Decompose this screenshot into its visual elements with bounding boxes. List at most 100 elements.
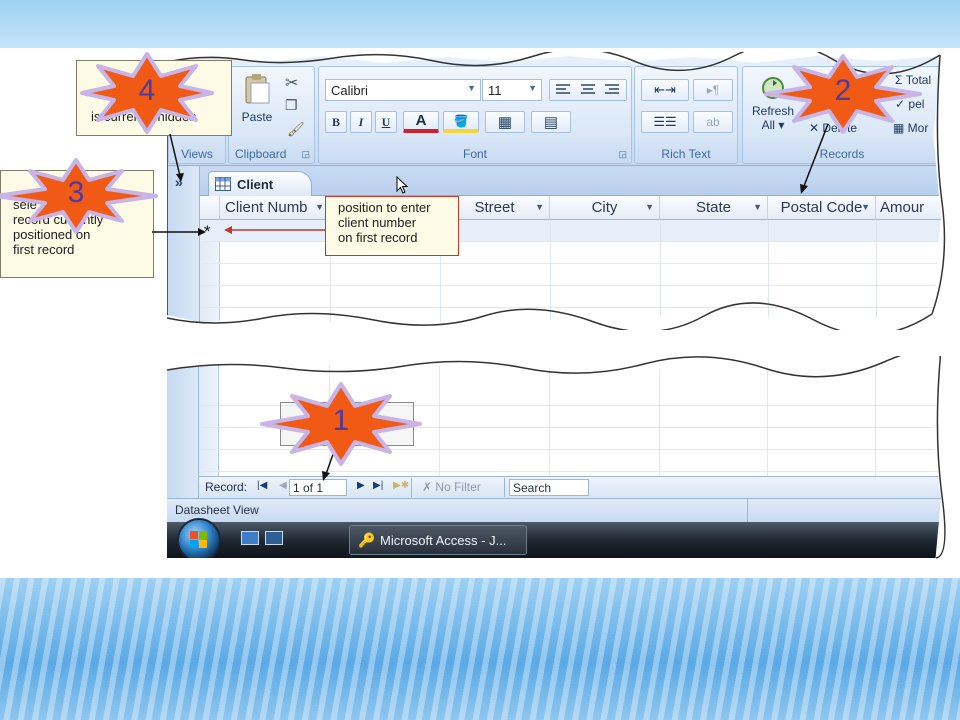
empty-row xyxy=(200,286,941,308)
list-buttons[interactable]: ☰☰ xyxy=(641,111,689,133)
start-button[interactable] xyxy=(177,518,221,558)
grid-line xyxy=(767,361,768,476)
status-divider xyxy=(747,499,748,523)
taskbar-access-label: Microsoft Access - J... xyxy=(380,532,507,548)
underline-button[interactable]: U xyxy=(375,111,397,133)
gridlines-button[interactable]: ▦ xyxy=(485,111,525,133)
callout-3-line4: first record xyxy=(13,242,75,257)
first-record-icon[interactable]: |◀ xyxy=(257,480,267,491)
indent-buttons[interactable]: ⇤⇥ xyxy=(641,79,689,101)
highlight-icon: ab xyxy=(706,115,720,129)
status-bar: Datasheet View xyxy=(167,498,941,523)
grid-line xyxy=(876,220,877,326)
font-name-value: Calibri xyxy=(331,82,368,98)
record-navigation-bar: Record: |◀ ◀ 1 of 1 ▶ ▶| ▶✱ ✗ No Filter … xyxy=(199,476,941,498)
paint-bucket-icon: 🪣 xyxy=(453,113,469,128)
previous-record-icon[interactable]: ◀ xyxy=(279,480,287,491)
show-desktop-icon[interactable] xyxy=(241,531,259,545)
empty-row xyxy=(200,264,941,286)
indent-icon: ⇤⇥ xyxy=(654,82,676,97)
italic-button[interactable]: I xyxy=(350,111,372,133)
empty-row xyxy=(200,242,941,264)
grid-line xyxy=(875,361,876,476)
chevron-down-icon[interactable]: ▼ xyxy=(861,202,870,212)
no-filter-button[interactable]: ✗ No Filter xyxy=(411,478,505,497)
navigation-pane-collapsed[interactable]: » xyxy=(168,166,200,326)
filter-icon: ✗ xyxy=(422,480,433,494)
status-text: Datasheet View xyxy=(175,503,259,517)
ribbon-group-clipboard: Paste ✂ ❐ 🖌 Clipboard ◲ xyxy=(228,66,315,164)
highlight-button[interactable]: ab xyxy=(693,111,733,133)
gridlines-icon: ▦ xyxy=(497,114,513,131)
callout-position-client-number: position to enter client number on first… xyxy=(325,196,459,256)
slide-top-band xyxy=(0,0,960,48)
copy-icon[interactable]: ❐ xyxy=(285,97,298,114)
paste-label: Paste xyxy=(241,110,273,124)
font-color-button[interactable]: A xyxy=(403,111,439,133)
grid-line xyxy=(660,220,661,326)
paste-button[interactable]: Paste xyxy=(237,73,277,129)
table-icon xyxy=(215,177,231,191)
callout-arrow-nav xyxy=(169,134,184,182)
star-number-3: 3 xyxy=(67,176,85,209)
chevron-down-icon[interactable]: ▼ xyxy=(315,202,324,212)
taskbar-access-button[interactable]: 🔑 Microsoft Access - J... xyxy=(349,525,527,555)
group-label-records: Records xyxy=(819,147,865,161)
tab-client[interactable]: Client xyxy=(208,171,312,196)
font-size-select[interactable]: 11 ▼ xyxy=(482,79,542,101)
star-number-2: 2 xyxy=(834,74,852,107)
paste-icon xyxy=(245,74,270,104)
star-number-4: 4 xyxy=(138,74,156,107)
font-name-select[interactable]: Calibri ▼ xyxy=(325,79,481,101)
ribbon-group-rich-text: ⇤⇥ ▸¶ ☰☰ ab Rich Text xyxy=(634,66,738,164)
grid-line xyxy=(549,361,550,476)
alternate-fill-button[interactable]: ▤ xyxy=(531,111,571,133)
last-record-icon[interactable]: ▶| xyxy=(373,480,383,491)
access-key-icon: 🔑 xyxy=(358,532,376,548)
font-launcher-icon[interactable]: ◲ xyxy=(618,149,627,160)
chevron-down-icon[interactable]: ▼ xyxy=(753,202,762,212)
search-box[interactable]: Search xyxy=(509,479,589,496)
font-color-letter: A xyxy=(415,112,427,129)
column-header-client-number[interactable]: Client Numb ▼ xyxy=(220,196,330,220)
align-buttons[interactable] xyxy=(549,79,627,101)
cut-icon[interactable]: ✂ xyxy=(285,73,298,93)
next-record-icon[interactable]: ▶ xyxy=(357,480,365,491)
group-label-rich-text: Rich Text xyxy=(661,147,711,161)
switch-windows-icon[interactable] xyxy=(265,531,283,545)
callout-arrow-postal xyxy=(800,124,829,194)
chevron-down-icon[interactable]: ▼ xyxy=(645,202,654,212)
chevron-down-icon[interactable]: ▼ xyxy=(535,202,544,212)
alternate-fill-icon: ▤ xyxy=(543,114,559,131)
datasheet-grid: Client Numb▼ ▼ Street▼ City▼ State▼ Post… xyxy=(200,196,941,326)
list-icon: ☰☰ xyxy=(653,114,677,129)
format-painter-icon[interactable]: 🖌 xyxy=(287,121,305,138)
column-header-postal-code[interactable]: Postal Code ▼ xyxy=(768,196,876,220)
clipboard-launcher-icon[interactable]: ◲ xyxy=(301,149,310,160)
column-header-state[interactable]: State ▼ xyxy=(660,196,768,220)
windows-logo-icon xyxy=(190,531,207,548)
chevron-down-icon: ▼ xyxy=(528,83,537,93)
grid-line xyxy=(768,220,769,326)
grid-line xyxy=(550,220,551,326)
slide-bottom-band xyxy=(0,578,960,720)
navigation-pane-collapsed-bottom xyxy=(167,361,199,498)
chevron-down-icon: ▼ xyxy=(467,83,476,93)
paragraph-direction-button[interactable]: ▸¶ xyxy=(693,79,733,101)
star-number-1: 1 xyxy=(332,404,350,437)
grid-line xyxy=(439,361,440,476)
column-header-amount[interactable]: Amour xyxy=(876,196,941,220)
column-header-city[interactable]: City ▼ xyxy=(550,196,660,220)
fill-color-button[interactable]: 🪣 xyxy=(443,111,479,133)
callout-arrow-red xyxy=(224,226,326,234)
windows-taskbar: 🔑 Microsoft Access - J... xyxy=(167,518,941,558)
align-icons xyxy=(556,84,619,94)
tab-client-label: Client xyxy=(237,176,274,192)
group-label-font: Font xyxy=(462,147,487,161)
paragraph-icon: ▸¶ xyxy=(706,83,720,97)
ribbon-group-font: Calibri ▼ 11 ▼ B I U A 🪣 ▦ ▤ Font ◲ xyxy=(318,66,632,164)
new-record-icon[interactable]: ▶✱ xyxy=(393,480,409,491)
bold-button[interactable]: B xyxy=(325,111,347,133)
grid-line xyxy=(659,361,660,476)
select-all-corner[interactable] xyxy=(200,196,220,220)
